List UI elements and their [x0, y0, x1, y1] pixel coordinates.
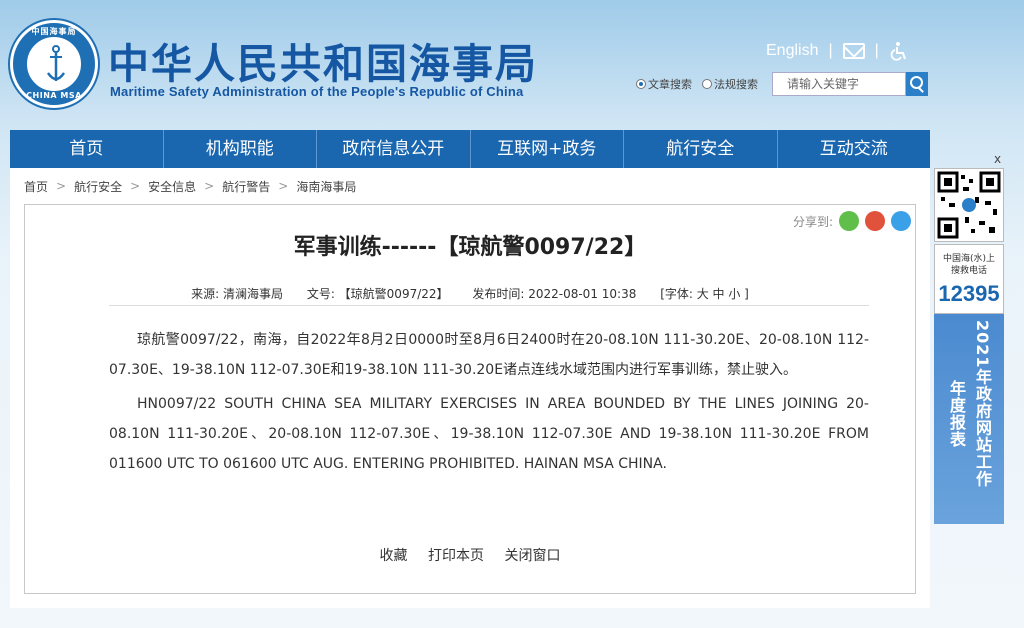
- wechat-icon[interactable]: [839, 211, 859, 231]
- main-nav: 首页 机构职能 政府信息公开 互联网+政务 航行安全 互动交流: [10, 130, 930, 168]
- print-link[interactable]: 打印本页: [428, 548, 484, 564]
- nav-navigation-safety[interactable]: 航行安全: [624, 130, 778, 168]
- qr-code-icon: [937, 171, 1001, 239]
- article-title: 军事训练------【琼航警0097/22】: [293, 235, 647, 260]
- meta-source: 来源: 清澜海事局: [191, 287, 283, 301]
- article-body: 琼航警0097/22，南海，自2022年8月2日0000时至8月6日2400时在…: [109, 325, 869, 483]
- divider: |: [874, 42, 879, 59]
- weibo-icon[interactable]: [865, 211, 885, 231]
- annual-report-banner[interactable]: 2021年政府网站工作 年度报表: [934, 314, 1004, 524]
- hotline-number: 12395: [938, 281, 1000, 306]
- nav-interaction[interactable]: 互动交流: [778, 130, 931, 168]
- nav-functions[interactable]: 机构职能: [164, 130, 317, 168]
- article-meta: 来源: 清澜海事局 文号: 【琼航警0097/22】 发布时间: 2022-08…: [25, 285, 915, 302]
- hotline-label-2: 搜救电话: [950, 266, 987, 276]
- search-bar: 文章搜索 法规搜索 请输入关键字: [636, 72, 928, 96]
- chevron-right-icon: >: [278, 179, 289, 193]
- article-panel: 分享到: 军事训练------【琼航警0097/22】 来源: 清澜海事局 文号…: [24, 204, 916, 594]
- radio-label: 文章搜索: [648, 78, 692, 91]
- breadcrumb: 首页 > 航行安全 > 安全信息 > 航行警告 > 海南海事局: [10, 168, 930, 204]
- report-title-col-2: 年度报表: [947, 380, 966, 448]
- search-input[interactable]: 请输入关键字: [772, 72, 906, 96]
- breadcrumb-nav-safety[interactable]: 航行安全: [74, 178, 122, 195]
- site-subtitle: Maritime Safety Administration of the Pe…: [110, 84, 524, 99]
- header: 中国海事局 CHINA MSA 中华人民共和国海事局 Maritime Safe…: [0, 0, 1024, 130]
- top-links: English | |: [766, 40, 909, 62]
- site-title[interactable]: 中华人民共和国海事局: [108, 30, 538, 90]
- chevron-right-icon: >: [204, 179, 215, 193]
- favorite-link[interactable]: 收藏: [380, 548, 408, 564]
- english-link[interactable]: English: [766, 42, 818, 60]
- meta-publish-time: 发布时间: 2022-08-01 10:38: [472, 287, 637, 301]
- nav-home[interactable]: 首页: [10, 130, 164, 168]
- meta-doc-no: 文号: 【琼航警0097/22】: [306, 287, 449, 301]
- breadcrumb-hainan[interactable]: 海南海事局: [296, 178, 356, 195]
- radio-unselected-icon: [702, 79, 712, 89]
- breadcrumb-safety-info[interactable]: 安全信息: [148, 178, 196, 195]
- radio-selected-icon: [636, 79, 646, 89]
- radio-law-search[interactable]: 法规搜索: [702, 76, 758, 92]
- logo-bottom-text: CHINA MSA: [26, 91, 82, 100]
- hotline-label-1: 中国海(水)上: [942, 254, 996, 264]
- paragraph-chinese: 琼航警0097/22，南海，自2022年8月2日0000时至8月6日2400时在…: [109, 332, 869, 378]
- accessibility-icon[interactable]: [889, 41, 909, 61]
- chevron-right-icon: >: [56, 179, 67, 193]
- msa-logo[interactable]: 中国海事局 CHINA MSA: [10, 20, 98, 108]
- nav-internet-gov[interactable]: 互联网+政务: [471, 130, 624, 168]
- close-window-link[interactable]: 关闭窗口: [504, 548, 560, 564]
- paragraph-english: HN0097/22 SOUTH CHINA SEA MILITARY EXERC…: [109, 396, 869, 472]
- article-actions: 收藏 打印本页 关闭窗口: [25, 545, 915, 565]
- qr-code: [934, 168, 1004, 242]
- font-size-switcher[interactable]: [字体: 大 中 小 ]: [660, 287, 749, 301]
- rescue-hotline[interactable]: 中国海(水)上 搜救电话 12395: [934, 244, 1004, 314]
- mail-icon[interactable]: [842, 43, 865, 59]
- radio-label: 法规搜索: [714, 78, 758, 91]
- divider: |: [828, 42, 833, 59]
- qzone-icon[interactable]: [891, 211, 911, 231]
- anchor-icon: [47, 45, 65, 81]
- breadcrumb-nav-warning[interactable]: 航行警告: [222, 178, 270, 195]
- share-bar: 分享到:: [793, 211, 911, 231]
- nav-gov-info[interactable]: 政府信息公开: [317, 130, 471, 168]
- search-button[interactable]: [906, 72, 928, 96]
- report-title-col-1: 2021年政府网站工作: [973, 320, 992, 488]
- close-float-button[interactable]: x: [994, 152, 1001, 166]
- breadcrumb-home[interactable]: 首页: [24, 178, 48, 195]
- share-label: 分享到:: [792, 214, 833, 229]
- divider: [109, 305, 869, 306]
- radio-article-search[interactable]: 文章搜索: [636, 76, 692, 92]
- content-area: 分享到: 军事训练------【琼航警0097/22】 来源: 清澜海事局 文号…: [10, 204, 930, 608]
- logo-emblem: [25, 35, 83, 93]
- chevron-right-icon: >: [130, 179, 141, 193]
